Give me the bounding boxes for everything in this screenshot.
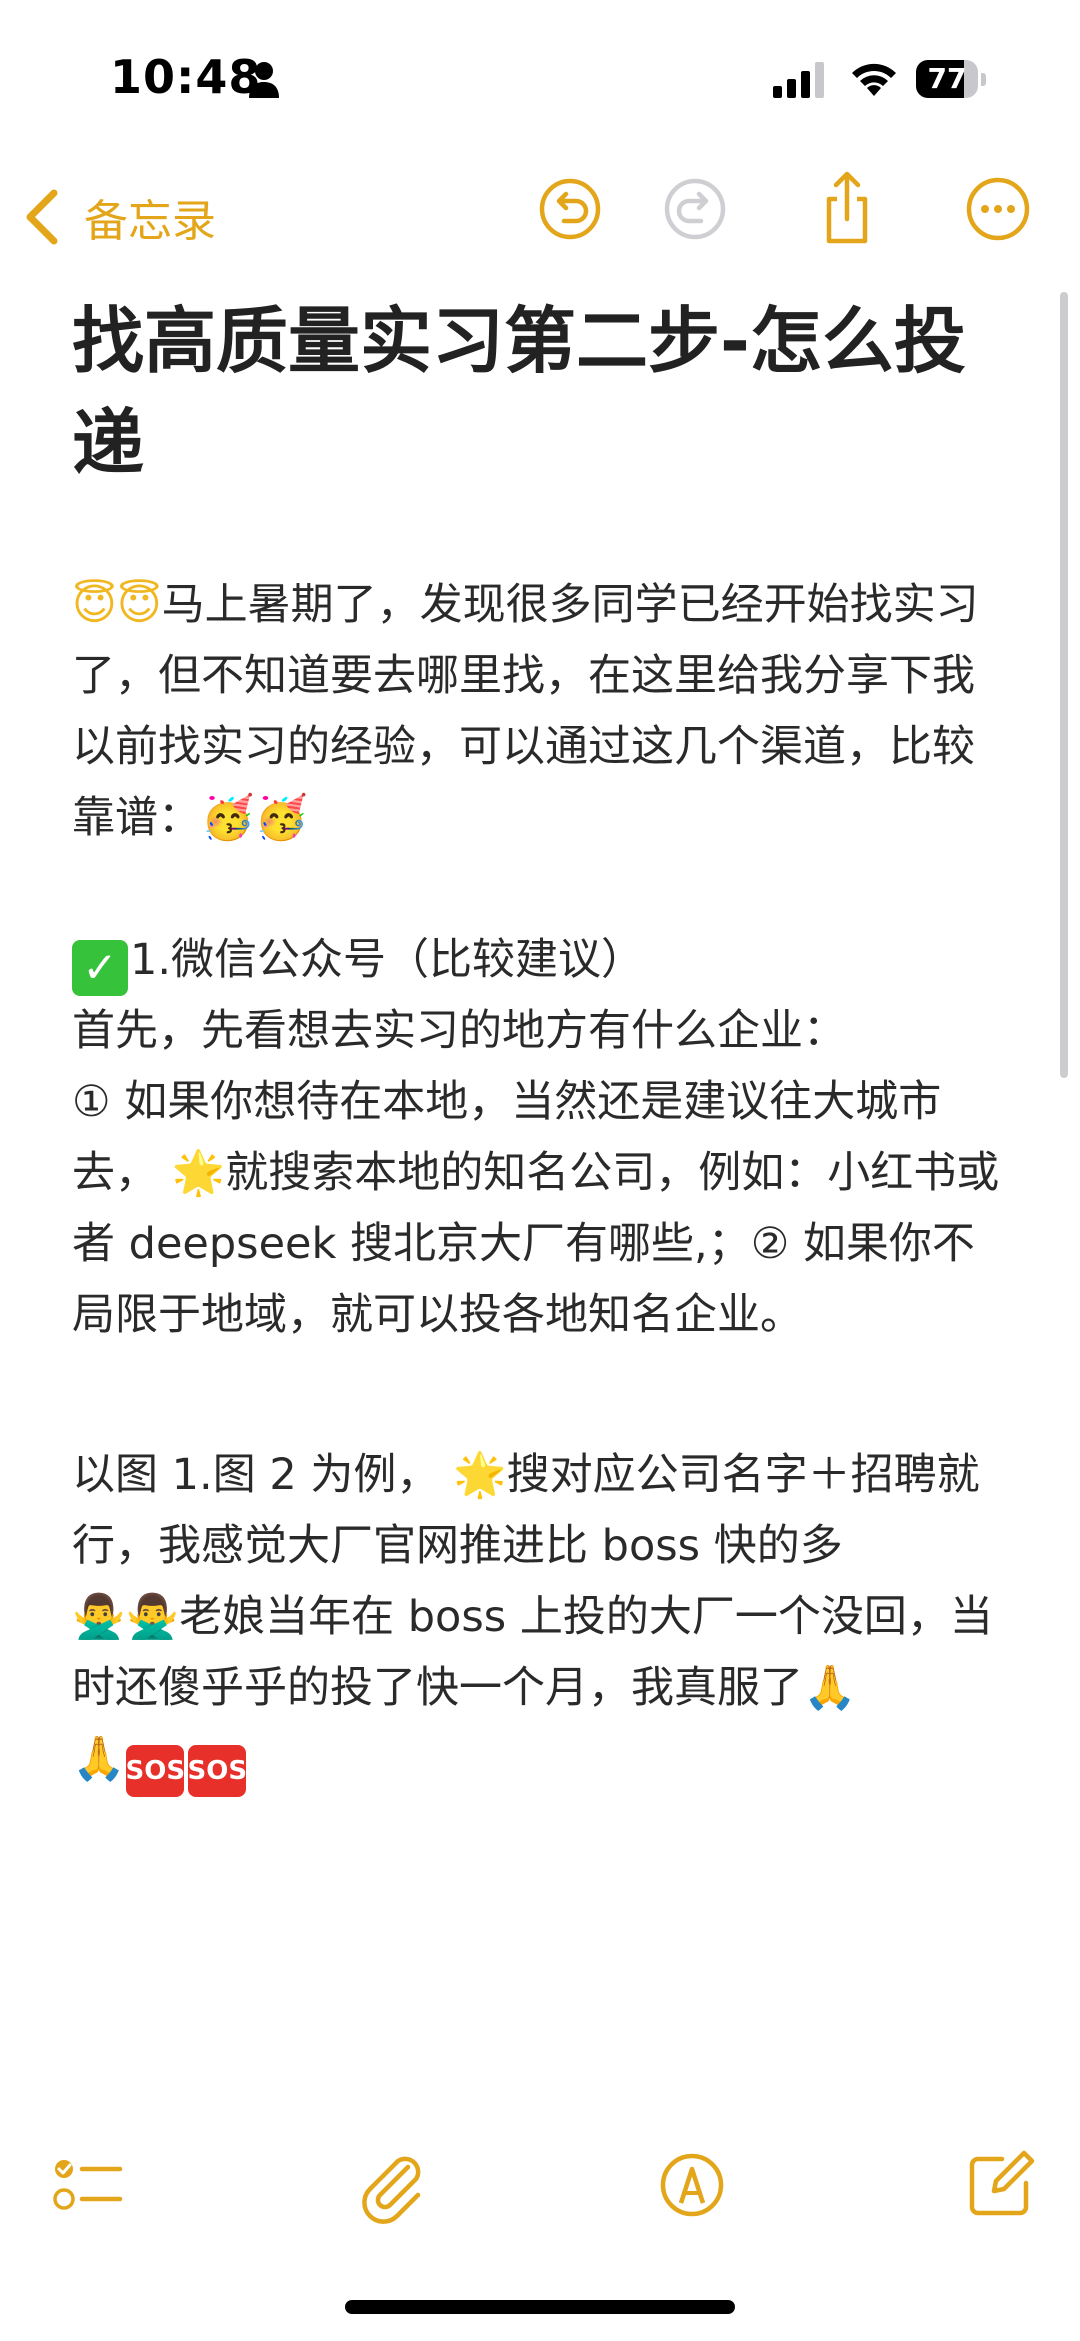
person-gesturing-no-icon: 🙅‍♂️🙅‍♂️ — [72, 1592, 180, 1642]
folded-hands-icon: 🙏 — [803, 1663, 857, 1713]
share-icon[interactable] — [807, 169, 887, 249]
back-label: 备忘录 — [84, 196, 216, 247]
wifi-icon — [852, 63, 896, 96]
sos-icon: SOS — [125, 1745, 185, 1797]
status-time: 10:48 — [110, 50, 262, 104]
halo-face-emoji: 😇😇 — [72, 580, 162, 630]
star-icon: 🌟 — [453, 1450, 507, 1500]
undo-icon[interactable] — [530, 169, 610, 249]
party-face-emoji: 🥳🥳 — [201, 793, 309, 843]
chevron-left-icon — [26, 189, 58, 245]
battery-percent: 77 — [927, 62, 967, 95]
section1-line1: 首先，先看想去实习的地方有什么企业： — [72, 1006, 846, 1056]
star-icon: 🌟 — [171, 1148, 226, 1198]
note-section-1[interactable]: ✓ 1.微信公众号（比较建议） 首先，先看想去实习的地方有什么企业： ① 如果你想… — [72, 925, 1012, 1351]
bottom-toolbar — [0, 2135, 1080, 2245]
status-bar: 10:48 77 — [0, 0, 1080, 160]
note-title[interactable]: 找高质量实习第二步-怎么投递 — [72, 290, 1002, 494]
compose-icon[interactable] — [960, 2145, 1040, 2225]
section1-heading: 1.微信公众号（比较建议） — [130, 935, 645, 985]
person-icon — [249, 62, 279, 98]
cellular-signal-icon — [773, 62, 824, 98]
check-mark-icon: ✓ — [72, 940, 128, 996]
home-indicator[interactable] — [345, 2300, 735, 2314]
checklist-icon[interactable] — [48, 2145, 128, 2225]
para3-a: 以图 1.图 2 为例， — [72, 1450, 440, 1500]
sos-icon: SOS — [187, 1745, 247, 1797]
note-paragraph-3[interactable]: 以图 1.图 2 为例， 🌟搜对应公司名字＋招聘就行，我感觉大厂官网推进比 bo… — [72, 1440, 1012, 1797]
redo-icon[interactable] — [655, 169, 735, 249]
more-icon[interactable] — [958, 169, 1038, 249]
paperclip-icon[interactable] — [352, 2145, 432, 2225]
back-button[interactable]: 备忘录 — [20, 177, 216, 257]
battery-icon: 77 — [916, 60, 988, 100]
folded-hands-icon: 🙏 — [72, 1734, 126, 1784]
markup-pen-icon[interactable] — [652, 2145, 732, 2225]
scroll-indicator[interactable] — [1060, 292, 1068, 1078]
note-intro-paragraph[interactable]: 😇😇马上暑期了，发现很多同学已经开始找实习了，但不知道要去哪里找，在这里给我分享… — [72, 570, 1012, 854]
nav-bar: 备忘录 — [0, 165, 1080, 285]
